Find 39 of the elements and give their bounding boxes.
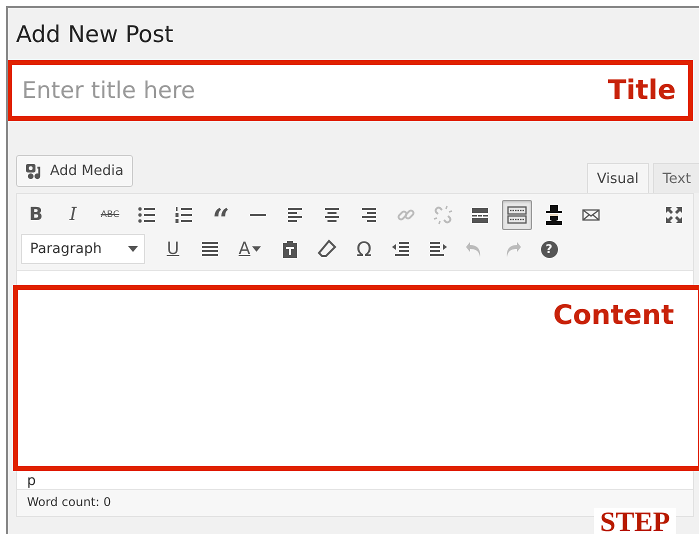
text-color-button[interactable]: A — [232, 234, 268, 264]
clipboard-icon — [280, 239, 300, 259]
underline-button[interactable]: U — [158, 234, 188, 264]
annotation-label: Content — [553, 300, 674, 331]
italic-button[interactable]: I — [58, 200, 88, 230]
fullscreen-icon — [664, 205, 684, 225]
caret-icon — [128, 246, 138, 252]
help-button[interactable]: ? — [534, 234, 564, 264]
indent-icon — [428, 239, 448, 259]
align-center-icon — [322, 205, 342, 225]
word-count: Word count: 0 — [27, 495, 112, 509]
step-label: STEP — [594, 508, 676, 534]
title-field[interactable]: Enter title here Title — [12, 65, 688, 116]
outdent-icon — [391, 239, 411, 259]
numbered-list-icon — [174, 205, 194, 225]
editor-tab[interactable]: Visual — [586, 163, 649, 193]
bullet-list-icon — [137, 205, 157, 225]
align-left-icon — [285, 205, 305, 225]
align-right-icon — [359, 205, 379, 225]
editor-tab[interactable]: Text — [652, 163, 699, 193]
toolbar-toggle-button[interactable] — [502, 200, 532, 230]
add-media-button[interactable]: Add Media — [16, 155, 133, 187]
strikethrough-button[interactable]: ABC — [95, 200, 125, 230]
toolbar-toggle-icon — [507, 205, 527, 225]
element-path: p — [27, 473, 36, 489]
blockquote-button[interactable]: “ — [206, 200, 236, 230]
eraser-icon — [317, 239, 337, 259]
content-area[interactable]: Content — [13, 285, 699, 471]
justify-icon — [200, 239, 220, 259]
caret-icon — [252, 246, 262, 252]
horizontal-line-icon — [250, 214, 266, 216]
format-dropdown[interactable]: Paragraph — [21, 234, 145, 264]
read-more-icon — [470, 205, 490, 225]
hat-figure-icon — [544, 205, 564, 225]
annotation-label: Title — [608, 75, 676, 106]
bold-button[interactable]: B — [21, 200, 51, 230]
special-character-button[interactable]: Ω — [349, 234, 379, 264]
broken-link-icon — [433, 205, 453, 225]
page-heading: Add New Post — [16, 22, 174, 50]
